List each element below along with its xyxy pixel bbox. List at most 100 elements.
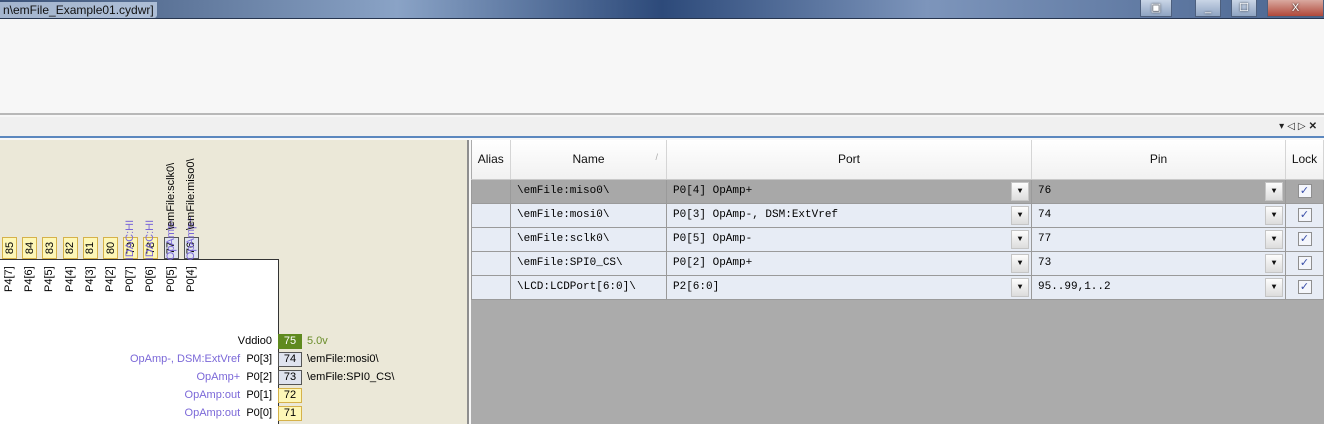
lock-cell[interactable]: ✓ xyxy=(1285,274,1324,300)
pin-dropdown-icon[interactable]: ▼ xyxy=(1265,205,1283,225)
port-name: P4[6] xyxy=(23,266,36,292)
port-value: P0[3] OpAmp-, DSM:ExtVref xyxy=(673,209,839,221)
table-row[interactable]: \emFile:miso0\ P0[4] OpAmp+ ▼ 76 ▼ ✓ xyxy=(471,178,1324,204)
header-name[interactable]: Name / xyxy=(510,140,667,180)
port-name: P0[7] xyxy=(124,266,137,292)
pin-box[interactable]: 81 xyxy=(82,237,98,259)
alias-cell[interactable] xyxy=(471,178,511,204)
package-diagram: 85 P4[7] 84 P4[6] 83 P4[5] 82 P4[4] 81 P… xyxy=(0,140,469,424)
pin-table: Alias Name / Port Pin Lock \emFile:miso0\… xyxy=(471,140,1324,300)
pin-number: 81 xyxy=(84,241,97,255)
alias-cell[interactable] xyxy=(471,250,511,276)
alias-cell[interactable] xyxy=(471,274,511,300)
pin-dropdown-icon[interactable]: ▼ xyxy=(1265,229,1283,249)
header-lock[interactable]: Lock xyxy=(1285,140,1324,180)
pin-port-label: P0[5] OpAmp- xyxy=(165,219,178,292)
pin-box[interactable]: 72 xyxy=(278,388,302,403)
pin-cell[interactable]: 95..99,1..2 ▼ xyxy=(1031,274,1286,300)
lock-checkbox[interactable]: ✓ xyxy=(1297,232,1312,246)
port-cell[interactable]: P0[2] OpAmp+ ▼ xyxy=(666,250,1032,276)
name-cell[interactable]: \emFile:sclk0\ xyxy=(510,226,667,252)
name-cell[interactable]: \emFile:mosi0\ xyxy=(510,202,667,228)
name-cell[interactable]: \LCD:LCDPort[6:0]\ xyxy=(510,274,667,300)
dropdown-icon[interactable]: ▾ xyxy=(1279,121,1287,132)
lock-checkbox[interactable]: ✓ xyxy=(1297,184,1312,198)
pin-number: 83 xyxy=(43,241,56,255)
port-name: P4[5] xyxy=(43,266,56,292)
pin-box[interactable]: 80 xyxy=(103,237,118,259)
table-row[interactable]: \emFile:mosi0\ P0[3] OpAmp-, DSM:ExtVref… xyxy=(471,202,1324,228)
pin-box[interactable]: 75 xyxy=(278,334,302,349)
port-dropdown-icon[interactable]: ▼ xyxy=(1011,181,1029,201)
pin-box[interactable]: 84 xyxy=(22,237,38,259)
scroll-left-icon[interactable]: ◁ xyxy=(1287,121,1298,132)
pin-box[interactable]: 73 xyxy=(278,370,302,385)
table-row[interactable]: \LCD:LCDPort[6:0]\ P2[6:0] ▼ 95..99,1..2 ▼… xyxy=(471,274,1324,300)
pin-box[interactable]: 82 xyxy=(62,237,78,259)
port-cell[interactable]: P0[5] OpAmp- ▼ xyxy=(666,226,1032,252)
maximize-button[interactable]: ☐ xyxy=(1231,0,1257,17)
name-cell[interactable]: \emFile:miso0\ xyxy=(510,178,667,204)
pin-cell[interactable]: 73 ▼ xyxy=(1031,250,1286,276)
lock-checkbox[interactable]: ✓ xyxy=(1297,208,1312,222)
header-pin[interactable]: Pin xyxy=(1031,140,1286,180)
port-dropdown-icon[interactable]: ▼ xyxy=(1011,205,1029,225)
pin-function: OpAmp:out xyxy=(184,407,241,419)
pin-box[interactable]: 74 xyxy=(278,352,302,367)
port-dropdown-icon[interactable]: ▼ xyxy=(1011,253,1029,273)
close-button[interactable]: X xyxy=(1267,0,1324,17)
pin-box[interactable]: 71 xyxy=(278,406,302,421)
lock-cell[interactable]: ✓ xyxy=(1285,250,1324,276)
close-panel-icon[interactable]: ✕ xyxy=(1309,121,1320,132)
pin-box[interactable]: 85 xyxy=(2,237,17,259)
pin-function: IDAC:HI xyxy=(124,219,137,261)
pin-dropdown-icon[interactable]: ▼ xyxy=(1265,277,1283,297)
port-cell[interactable]: P0[4] OpAmp+ ▼ xyxy=(666,178,1032,204)
port-dropdown-icon[interactable]: ▼ xyxy=(1011,229,1029,249)
pin-value: 77 xyxy=(1038,233,1052,245)
pin-signal-label: \emFile:miso0\ xyxy=(184,158,197,230)
name-cell[interactable]: \emFile:SPI0_CS\ xyxy=(510,250,667,276)
lock-checkbox[interactable]: ✓ xyxy=(1297,256,1312,270)
port-value: P0[5] OpAmp- xyxy=(673,233,753,245)
pin-table-pane: Alias Name / Port Pin Lock \emFile:miso0\… xyxy=(471,140,1324,424)
pin-box[interactable]: 83 xyxy=(42,237,58,259)
pin-value: 74 xyxy=(1038,209,1052,221)
pin-port-label: P4[5] xyxy=(43,260,56,292)
lock-cell[interactable]: ✓ xyxy=(1285,226,1324,252)
pin-value: 76 xyxy=(1038,185,1052,197)
pin-cell[interactable]: 77 ▼ xyxy=(1031,226,1286,252)
lock-cell[interactable]: ✓ xyxy=(1285,202,1324,228)
table-row[interactable]: \emFile:sclk0\ P0[5] OpAmp- ▼ 77 ▼ ✓ xyxy=(471,226,1324,252)
port-cell[interactable]: P2[6:0] ▼ xyxy=(666,274,1032,300)
lock-cell[interactable]: ✓ xyxy=(1285,178,1324,204)
pin-dropdown-icon[interactable]: ▼ xyxy=(1265,253,1283,273)
alias-cell[interactable] xyxy=(471,202,511,228)
panel-header: ▾◁▷✕ xyxy=(0,117,1324,138)
pin-value: 95..99,1..2 xyxy=(1038,281,1111,293)
pin-signal-label: \emFile:mosi0\ xyxy=(307,353,379,365)
header-alias[interactable]: Alias xyxy=(471,140,511,180)
port-value: P0[4] OpAmp+ xyxy=(673,185,753,197)
port-name: P4[2] xyxy=(104,266,116,292)
pin-dropdown-icon[interactable]: ▼ xyxy=(1265,181,1283,201)
port-dropdown-icon[interactable]: ▼ xyxy=(1011,277,1029,297)
pin-signal-label: 5.0v xyxy=(307,335,328,347)
pin-port-label: OpAmp-, DSM:ExtVref P0[3] xyxy=(130,353,272,366)
minimize-button[interactable]: _ xyxy=(1195,0,1221,17)
alias-cell[interactable] xyxy=(471,226,511,252)
port-name: P0[6] xyxy=(144,266,157,292)
header-port[interactable]: Port xyxy=(666,140,1032,180)
pin-signal-label: \emFile:sclk0\ xyxy=(164,162,177,230)
switch-window-button[interactable]: ▣ xyxy=(1140,0,1172,17)
pin-function: OpAmp-, DSM:ExtVref xyxy=(129,353,241,365)
pin-cell[interactable]: 74 ▼ xyxy=(1031,202,1286,228)
scroll-right-icon[interactable]: ▷ xyxy=(1298,121,1309,132)
pin-port-label: Vddio0 xyxy=(232,335,272,348)
table-row[interactable]: \emFile:SPI0_CS\ P0[2] OpAmp+ ▼ 73 ▼ ✓ xyxy=(471,250,1324,276)
pin-function: IDAC:HI xyxy=(144,219,157,261)
port-cell[interactable]: P0[3] OpAmp-, DSM:ExtVref ▼ xyxy=(666,202,1032,228)
pin-port-label: P0[7] IDAC:HI xyxy=(124,220,137,292)
lock-checkbox[interactable]: ✓ xyxy=(1297,280,1312,294)
pin-cell[interactable]: 76 ▼ xyxy=(1031,178,1286,204)
